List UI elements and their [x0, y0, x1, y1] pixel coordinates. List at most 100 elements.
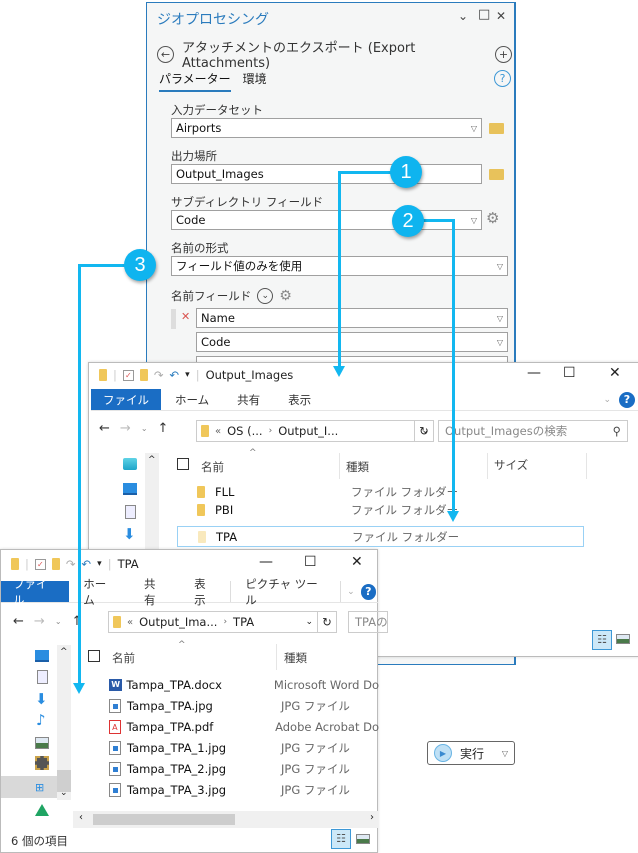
- tab-file[interactable]: ファイル: [91, 389, 161, 410]
- breadcrumb-overflow[interactable]: «: [215, 426, 221, 437]
- tab-file[interactable]: ファイル: [1, 577, 70, 607]
- desktop-icon[interactable]: [35, 650, 49, 662]
- back-icon[interactable]: ←: [13, 614, 24, 629]
- downloads-icon[interactable]: ⬇: [123, 527, 137, 542]
- breadcrumb-overflow[interactable]: «: [127, 617, 133, 628]
- details-view-icon[interactable]: ☷: [592, 630, 612, 650]
- nav-scrollbar[interactable]: ^: [145, 453, 159, 551]
- tab-picture-tools[interactable]: ピクチャ ツール: [231, 577, 342, 607]
- minimize-icon[interactable]: —: [527, 365, 541, 381]
- scroll-up-icon[interactable]: ^: [60, 647, 68, 657]
- customize-toolbar-icon[interactable]: ▾: [97, 559, 102, 569]
- horizontal-scrollbar[interactable]: ‹ ›: [73, 811, 378, 828]
- recent-locations-icon[interactable]: ⌄: [141, 424, 148, 433]
- address-bar[interactable]: « OS (... › Output_I... ⌄: [196, 420, 434, 442]
- large-icons-view-icon[interactable]: [356, 834, 370, 844]
- expand-icon[interactable]: ⌄: [257, 288, 274, 304]
- select-all-checkbox[interactable]: [177, 458, 189, 470]
- expand-ribbon-icon[interactable]: ⌄: [341, 581, 361, 602]
- undo-icon[interactable]: ↶: [82, 557, 92, 571]
- list-item[interactable]: FLL ファイル フォルダー: [193, 483, 638, 501]
- list-item[interactable]: A Tampa_TPA.pdf Adobe Acrobat Do: [109, 716, 379, 737]
- large-icons-view-icon[interactable]: [616, 634, 630, 644]
- tab-home[interactable]: ホーム: [161, 389, 223, 410]
- select-all-checkbox[interactable]: [88, 650, 100, 662]
- tab-share[interactable]: 共有: [223, 389, 274, 410]
- maximize-icon[interactable]: ☐: [304, 554, 317, 570]
- customize-toolbar-icon[interactable]: ▾: [185, 370, 190, 380]
- collapse-icon[interactable]: ⌄: [458, 9, 468, 23]
- documents-icon[interactable]: [37, 670, 48, 684]
- name-field-dropdown[interactable]: Name ▽: [196, 308, 508, 328]
- music-icon[interactable]: ♪: [36, 713, 50, 728]
- properties-icon[interactable]: ✓: [34, 558, 46, 570]
- google-drive-icon[interactable]: [35, 804, 49, 816]
- expand-ribbon-icon[interactable]: ⌄: [595, 389, 619, 410]
- input-dataset-dropdown[interactable]: Airports ▽: [171, 118, 482, 138]
- nav-scrollbar[interactable]: ^ ⌄: [57, 645, 71, 800]
- chevron-down-icon[interactable]: ⌄: [305, 617, 313, 627]
- tab-environments[interactable]: 環境: [243, 70, 267, 92]
- search-input[interactable]: TPAの検索: [348, 611, 388, 633]
- list-item[interactable]: Tampa_TPA_1.jpg JPG ファイル: [109, 737, 379, 758]
- column-header-size[interactable]: サイズ: [494, 457, 528, 473]
- tab-share[interactable]: 共有: [130, 577, 180, 607]
- pictures-icon[interactable]: [35, 737, 49, 749]
- maximize-icon[interactable]: ☐: [563, 365, 576, 381]
- breadcrumb-item[interactable]: TPA: [233, 615, 254, 629]
- close-icon[interactable]: ✕: [609, 365, 621, 381]
- minimize-icon[interactable]: —: [259, 554, 273, 570]
- tab-view[interactable]: 表示: [274, 389, 325, 410]
- add-icon[interactable]: +: [495, 45, 512, 63]
- maximize-icon[interactable]: □: [478, 7, 490, 22]
- column-header-name[interactable]: 名前: [112, 650, 135, 666]
- address-bar[interactable]: « Output_Ima... › TPA ⌄: [108, 611, 318, 633]
- new-folder-icon[interactable]: [139, 369, 148, 381]
- documents-icon[interactable]: [125, 505, 136, 519]
- column-header-type[interactable]: 種類: [284, 650, 307, 666]
- list-item[interactable]: Tampa_TPA_3.jpg JPG ファイル: [109, 779, 379, 800]
- browse-folder-icon[interactable]: [489, 169, 504, 180]
- close-icon[interactable]: ✕: [496, 9, 506, 23]
- column-header-name[interactable]: 名前: [201, 459, 224, 475]
- name-field-dropdown[interactable]: Code ▽: [196, 332, 508, 352]
- help-icon[interactable]: ?: [360, 583, 376, 600]
- column-header-type[interactable]: 種類: [346, 459, 369, 475]
- desktop-icon[interactable]: [123, 483, 137, 495]
- scroll-right-icon[interactable]: ›: [370, 812, 374, 823]
- downloads-icon[interactable]: ⬇: [35, 692, 49, 707]
- recent-locations-icon[interactable]: ⌄: [55, 617, 62, 626]
- scroll-thumb[interactable]: [93, 814, 235, 825]
- tab-view[interactable]: 表示: [180, 577, 232, 607]
- row-drag-handle[interactable]: [171, 309, 176, 329]
- help-icon[interactable]: ?: [494, 70, 511, 87]
- refresh-button[interactable]: ↻: [317, 611, 337, 633]
- help-icon[interactable]: ?: [619, 391, 635, 408]
- list-item[interactable]: PBI ファイル フォルダー: [193, 501, 638, 519]
- back-icon[interactable]: ←: [157, 45, 174, 63]
- gear-icon[interactable]: ⚙: [486, 209, 499, 227]
- properties-icon[interactable]: ✓: [122, 369, 134, 381]
- new-folder-icon[interactable]: [51, 558, 60, 570]
- up-icon[interactable]: ↑: [158, 421, 169, 436]
- nav-item-selected[interactable]: ⊞: [1, 776, 57, 798]
- details-view-icon[interactable]: ☷: [331, 829, 351, 849]
- scroll-down-icon[interactable]: ⌄: [60, 788, 68, 798]
- search-input[interactable]: Output_Imagesの検索 ⚲: [438, 420, 628, 442]
- breadcrumb-item[interactable]: Output_I...: [278, 424, 338, 438]
- run-button[interactable]: ▶ 実行 ▽: [427, 741, 515, 765]
- output-location-input[interactable]: Output_Images: [171, 164, 482, 184]
- list-item[interactable]: Tampa_TPA.jpg JPG ファイル: [109, 695, 379, 716]
- redo-icon[interactable]: ↷: [154, 368, 164, 382]
- breadcrumb-item[interactable]: Output_Ima...: [139, 615, 217, 629]
- scroll-up-icon[interactable]: ^: [148, 455, 156, 465]
- redo-icon[interactable]: ↷: [66, 557, 76, 571]
- tab-parameters[interactable]: パラメーター: [159, 70, 231, 92]
- forward-icon[interactable]: →: [34, 614, 45, 629]
- list-item[interactable]: Tampa_TPA_2.jpg JPG ファイル: [109, 758, 379, 779]
- refresh-button[interactable]: ↻: [414, 420, 434, 442]
- close-icon[interactable]: ✕: [351, 554, 363, 570]
- list-item[interactable]: W Tampa_TPA.docx Microsoft Word Do: [109, 674, 379, 695]
- browse-folder-icon[interactable]: [489, 123, 504, 134]
- forward-icon[interactable]: →: [120, 421, 131, 436]
